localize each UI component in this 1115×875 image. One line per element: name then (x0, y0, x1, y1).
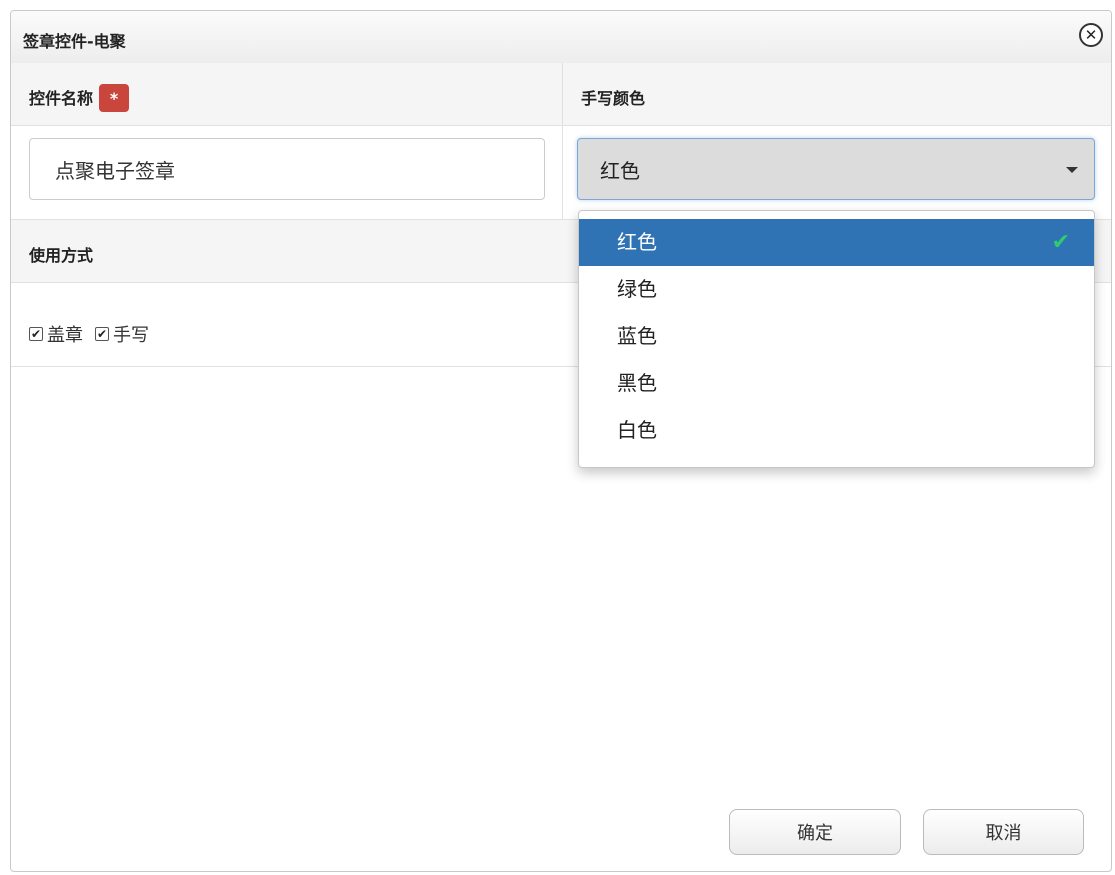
cancel-button[interactable]: 取消 (923, 809, 1084, 855)
color-dropdown-list: 红色 ✔ 绿色 蓝色 黑色 白色 (578, 210, 1095, 468)
required-badge: * (99, 83, 130, 112)
control-name-cell: 点聚电子签章 (11, 126, 563, 220)
ok-button[interactable]: 确定 (729, 809, 901, 855)
handwriting-color-select[interactable]: 红色 (577, 138, 1095, 200)
dialog-titlebar: 签章控件-电聚 ✕ (11, 11, 1111, 64)
usage-label: 使用方式 (29, 246, 94, 265)
handwriting-checkbox-label[interactable]: 手写 (113, 321, 149, 347)
stamp-checkbox[interactable]: ✔ (29, 327, 43, 341)
color-option-label: 白色 (617, 418, 657, 442)
color-option-red[interactable]: 红色 ✔ (579, 219, 1094, 266)
stamp-checkbox-label[interactable]: 盖章 (47, 321, 83, 347)
chevron-down-icon[interactable] (1066, 167, 1078, 173)
checkmark-icon: ✔ (1051, 230, 1070, 255)
close-icon[interactable]: ✕ (1079, 23, 1103, 47)
color-option-label: 红色 (617, 230, 657, 254)
color-option-white[interactable]: 白色 (579, 407, 1094, 454)
handwriting-color-label: 手写颜色 (581, 89, 646, 108)
color-option-black[interactable]: 黑色 (579, 360, 1094, 407)
handwriting-color-value: 红色 (600, 159, 640, 183)
usage-options: ✔ 盖章 ✔ 手写 (29, 321, 161, 347)
color-option-label: 绿色 (617, 277, 657, 301)
control-name-input[interactable]: 点聚电子签章 (29, 138, 545, 200)
color-option-label: 蓝色 (617, 324, 657, 348)
color-option-green[interactable]: 绿色 (579, 266, 1094, 313)
color-option-blue[interactable]: 蓝色 (579, 313, 1094, 360)
color-option-label: 黑色 (617, 371, 657, 395)
handwriting-color-cell: 红色 (563, 126, 1111, 220)
control-name-header: 控件名称 * (11, 63, 563, 126)
handwriting-checkbox[interactable]: ✔ (95, 327, 109, 341)
control-name-label: 控件名称 * (29, 83, 130, 114)
handwriting-color-header: 手写颜色 (563, 63, 1111, 126)
dialog-title: 签章控件-电聚 (23, 32, 126, 51)
